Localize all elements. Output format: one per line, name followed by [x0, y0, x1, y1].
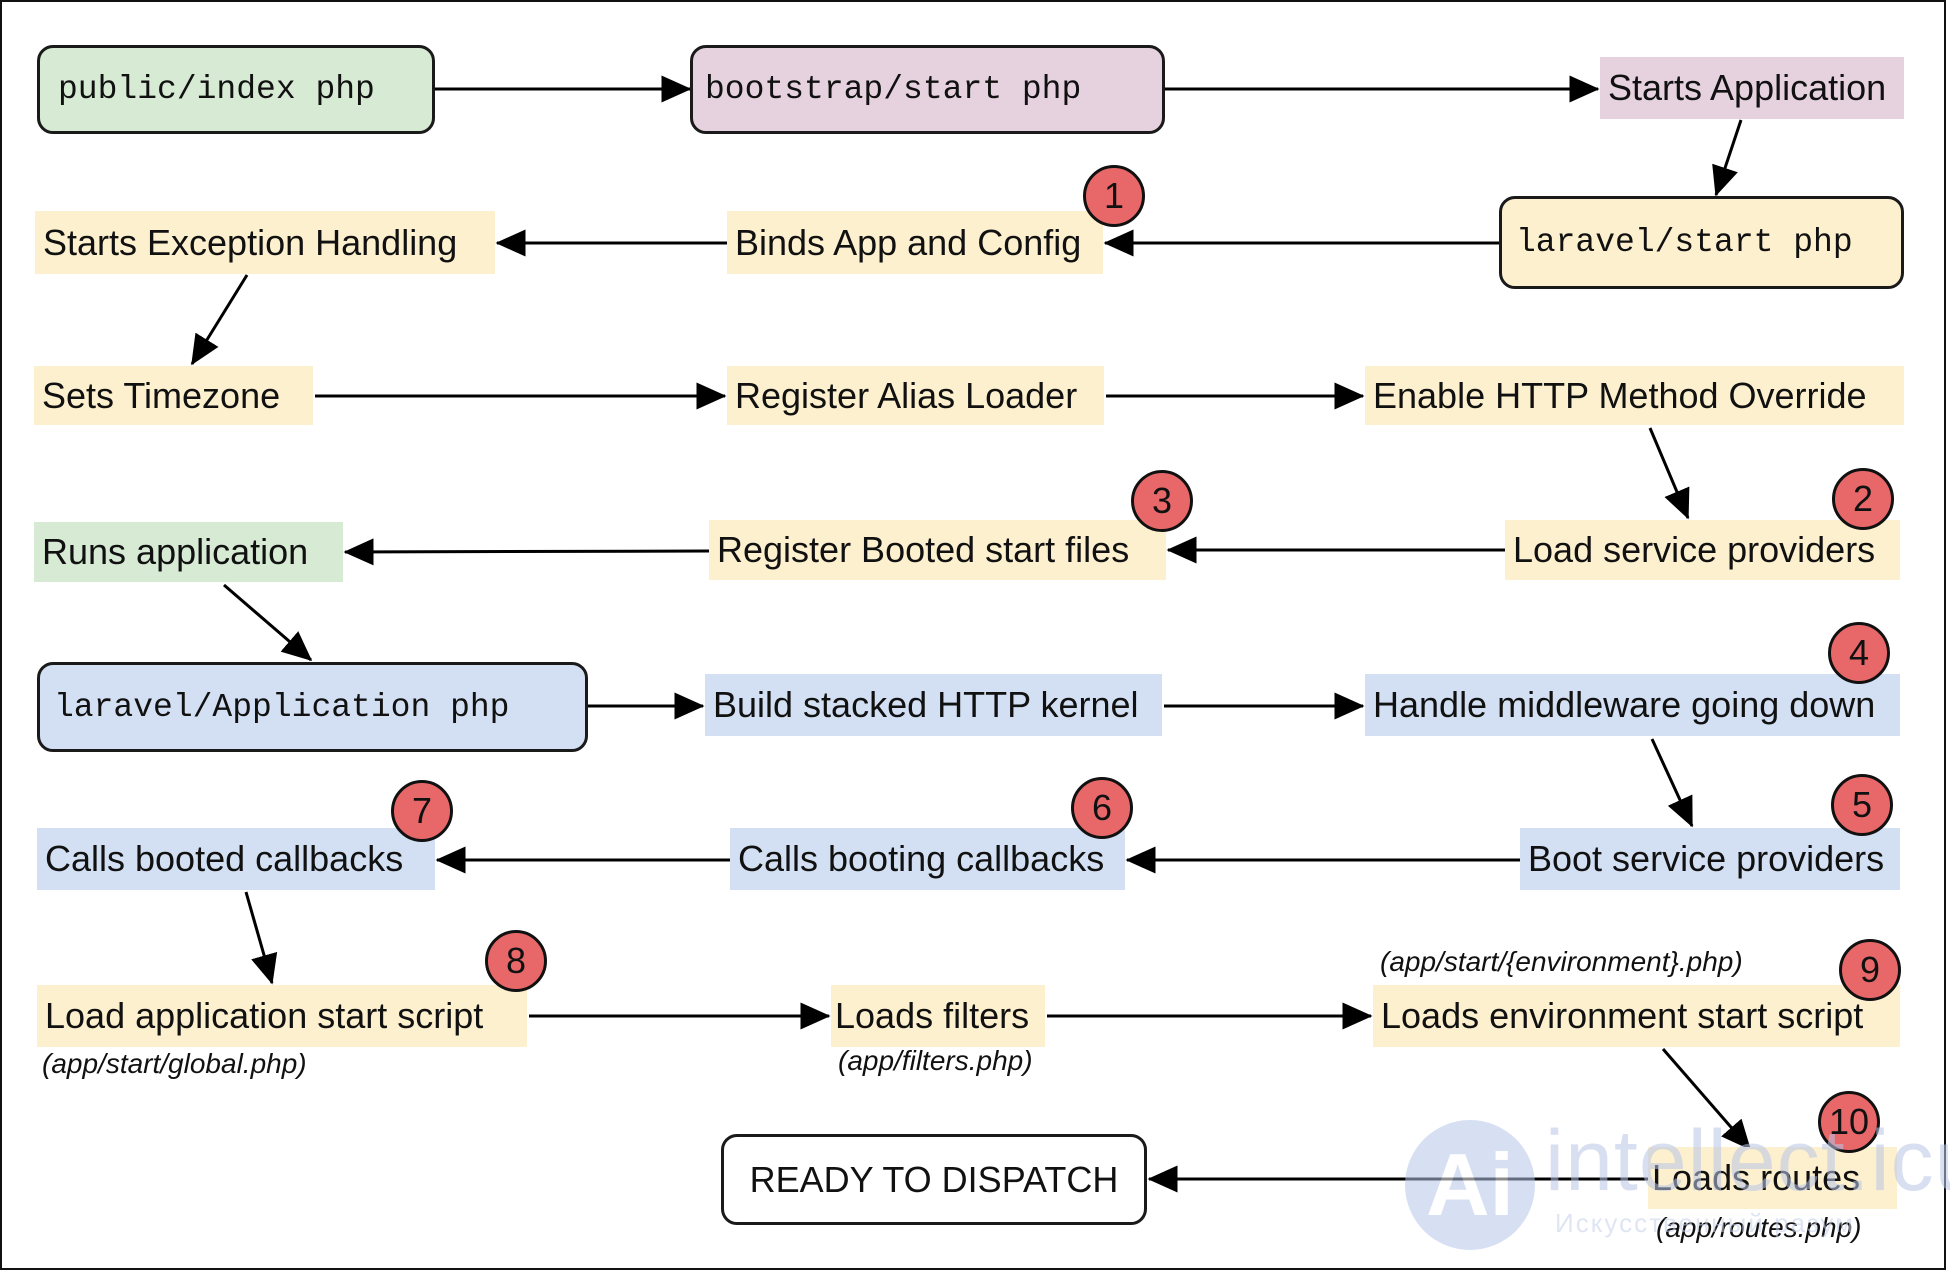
- node-label: Calls booting callbacks: [738, 838, 1105, 879]
- step-badge-10: 10: [1818, 1091, 1880, 1153]
- node-boot-service-providers: Boot service providers: [1520, 828, 1900, 890]
- node-label: Starts Application: [1608, 67, 1887, 108]
- node-runs-application: Runs application: [34, 522, 343, 582]
- node-build-stacked-http-kernel: Build stacked HTTP kernel: [705, 674, 1162, 736]
- step-badge-1: 1: [1083, 165, 1145, 227]
- step-badge-9: 9: [1839, 939, 1901, 1001]
- node-ready-to-dispatch: READY TO DISPATCH: [721, 1134, 1147, 1225]
- step-badge-4: 4: [1828, 622, 1890, 684]
- node-register-alias-loader: Register Alias Loader: [727, 366, 1104, 425]
- edge-middleware-to-boot: [1650, 738, 1694, 828]
- node-starts-application: Starts Application: [1600, 57, 1904, 119]
- edge-override-to-providers: [1648, 427, 1690, 520]
- node-label: Loads routes: [1652, 1157, 1861, 1198]
- node-label: Load service providers: [1513, 529, 1876, 570]
- caption-global-php: (app/start/global.php): [42, 1048, 307, 1079]
- step-badge-5: 5: [1831, 774, 1893, 836]
- node-starts-exception-handling: Starts Exception Handling: [35, 211, 495, 274]
- node-binds-app-config: Binds App and Config: [727, 211, 1103, 274]
- node-label: Enable HTTP Method Override: [1373, 374, 1867, 416]
- node-label: READY TO DISPATCH: [749, 1158, 1119, 1200]
- step-badge-3: 3: [1131, 470, 1193, 532]
- step-badge-8: 8: [485, 930, 547, 992]
- step-badge-6: 6: [1071, 777, 1133, 839]
- node-loads-filters: Loads filters: [831, 985, 1045, 1047]
- edge-starts-app-to-laravel-start: [1712, 119, 1743, 197]
- caption-environment-php: (app/start/{environment}.php): [1380, 946, 1743, 977]
- node-laravel-start: laravel/start php: [1499, 196, 1904, 289]
- step-badge-7: 7: [391, 780, 453, 842]
- edge-environment-to-routes: [1661, 1048, 1752, 1151]
- node-label: Register Alias Loader: [735, 374, 1078, 416]
- node-loads-routes: Loads routes: [1648, 1147, 1897, 1209]
- node-calls-booted-callbacks: Calls booted callbacks: [37, 828, 435, 890]
- caption-filters-php: (app/filters.php): [838, 1045, 1033, 1076]
- connectors: [190, 75, 1752, 1193]
- edge-exception-to-timezone: [190, 274, 249, 366]
- node-label: bootstrap/start php: [705, 71, 1082, 108]
- node-label: Sets Timezone: [42, 374, 281, 416]
- edge-booted-files-to-runs: [343, 538, 710, 566]
- node-label: Starts Exception Handling: [43, 221, 458, 263]
- node-label: Boot service providers: [1528, 838, 1885, 879]
- node-load-application-start-script: Load application start script: [37, 985, 527, 1047]
- edge-runs-to-application: [223, 583, 313, 662]
- node-laravel-application: laravel/Application php: [37, 662, 588, 752]
- step-badge-2: 2: [1832, 468, 1894, 530]
- node-label: Runs application: [42, 531, 309, 572]
- edge-booted-to-start-script: [244, 891, 278, 985]
- node-load-service-providers: Load service providers: [1505, 520, 1900, 580]
- caption-routes-php: (app/routes.php): [1656, 1212, 1862, 1243]
- node-label: Build stacked HTTP kernel: [713, 684, 1139, 725]
- node-label: public/index php: [58, 71, 375, 108]
- node-label: Loads environment start script: [1381, 995, 1864, 1036]
- node-public-index: public/index php: [37, 45, 435, 134]
- node-label: Handle middleware going down: [1373, 684, 1876, 725]
- node-label: Register Booted start files: [717, 529, 1130, 570]
- node-label: laravel/Application php: [54, 688, 510, 726]
- node-label: Binds App and Config: [735, 221, 1082, 263]
- node-register-booted-start-files: Register Booted start files: [709, 520, 1166, 580]
- node-label: Calls booted callbacks: [45, 838, 404, 879]
- node-label: Load application start script: [45, 995, 484, 1036]
- node-calls-booting-callbacks: Calls booting callbacks: [730, 828, 1125, 890]
- node-enable-http-method-override: Enable HTTP Method Override: [1365, 366, 1904, 425]
- node-label: laravel/start php: [1516, 224, 1853, 261]
- node-loads-environment-start-script: Loads environment start script: [1373, 985, 1900, 1047]
- node-sets-timezone: Sets Timezone: [34, 366, 313, 425]
- node-handle-middleware-going-down: Handle middleware going down: [1365, 674, 1900, 736]
- node-bootstrap-start: bootstrap/start php: [690, 45, 1165, 134]
- node-label: Loads filters: [835, 995, 1030, 1036]
